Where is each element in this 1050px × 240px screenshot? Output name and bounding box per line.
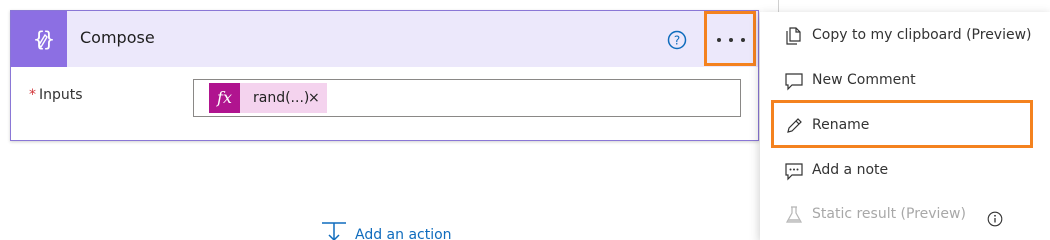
flow-designer-canvas: { } Compose ? * Inputs fx rand(...) × Ad… bbox=[0, 0, 1050, 240]
add-action-label: Add an action bbox=[355, 227, 452, 240]
fx-icon: fx bbox=[209, 83, 240, 113]
more-ellipsis-icon bbox=[717, 38, 747, 43]
inputs-label: * Inputs bbox=[29, 86, 83, 104]
menu-item-add-a-note[interactable]: Add a note bbox=[760, 149, 1050, 193]
menu-item-label: Copy to my clipboard (Preview) bbox=[812, 27, 1032, 43]
token-remove-icon[interactable]: × bbox=[308, 89, 320, 107]
token-expression-text: rand(...) bbox=[253, 90, 310, 106]
menu-item-new-comment[interactable]: New Comment bbox=[760, 59, 1050, 103]
svg-text:?: ? bbox=[674, 34, 680, 48]
menu-item-label: Static result (Preview) bbox=[812, 206, 966, 222]
expression-token[interactable]: fx rand(...) × bbox=[209, 83, 327, 113]
rename-highlight-box bbox=[771, 100, 1033, 148]
inputs-field[interactable]: fx rand(...) × bbox=[193, 79, 741, 117]
menu-item-static-result: Static result (Preview) bbox=[760, 193, 1050, 237]
card-header[interactable]: { } Compose ? bbox=[11, 11, 758, 67]
inputs-label-text: Inputs bbox=[39, 87, 83, 103]
copy-icon bbox=[784, 26, 804, 46]
note-icon bbox=[784, 161, 804, 181]
menu-item-label: Add a note bbox=[812, 162, 889, 178]
more-options-button[interactable] bbox=[704, 11, 756, 66]
required-asterisk: * bbox=[29, 87, 36, 103]
card-title[interactable]: Compose bbox=[80, 28, 155, 48]
comment-icon bbox=[784, 71, 804, 91]
compose-braces-icon: { } bbox=[11, 11, 67, 67]
action-context-menu: Copy to my clipboard (Preview) New Comme… bbox=[760, 12, 1050, 240]
beaker-icon bbox=[784, 205, 804, 225]
compose-action-card[interactable]: { } Compose ? * Inputs fx rand(...) × bbox=[10, 10, 759, 141]
svg-text:}: } bbox=[43, 27, 56, 51]
menu-item-label: New Comment bbox=[812, 72, 916, 88]
help-circle-icon[interactable]: ? bbox=[667, 30, 687, 50]
menu-item-copy-to-clipboard[interactable]: Copy to my clipboard (Preview) bbox=[760, 14, 1050, 58]
info-icon[interactable] bbox=[987, 211, 1003, 227]
add-action-icon bbox=[322, 222, 346, 240]
